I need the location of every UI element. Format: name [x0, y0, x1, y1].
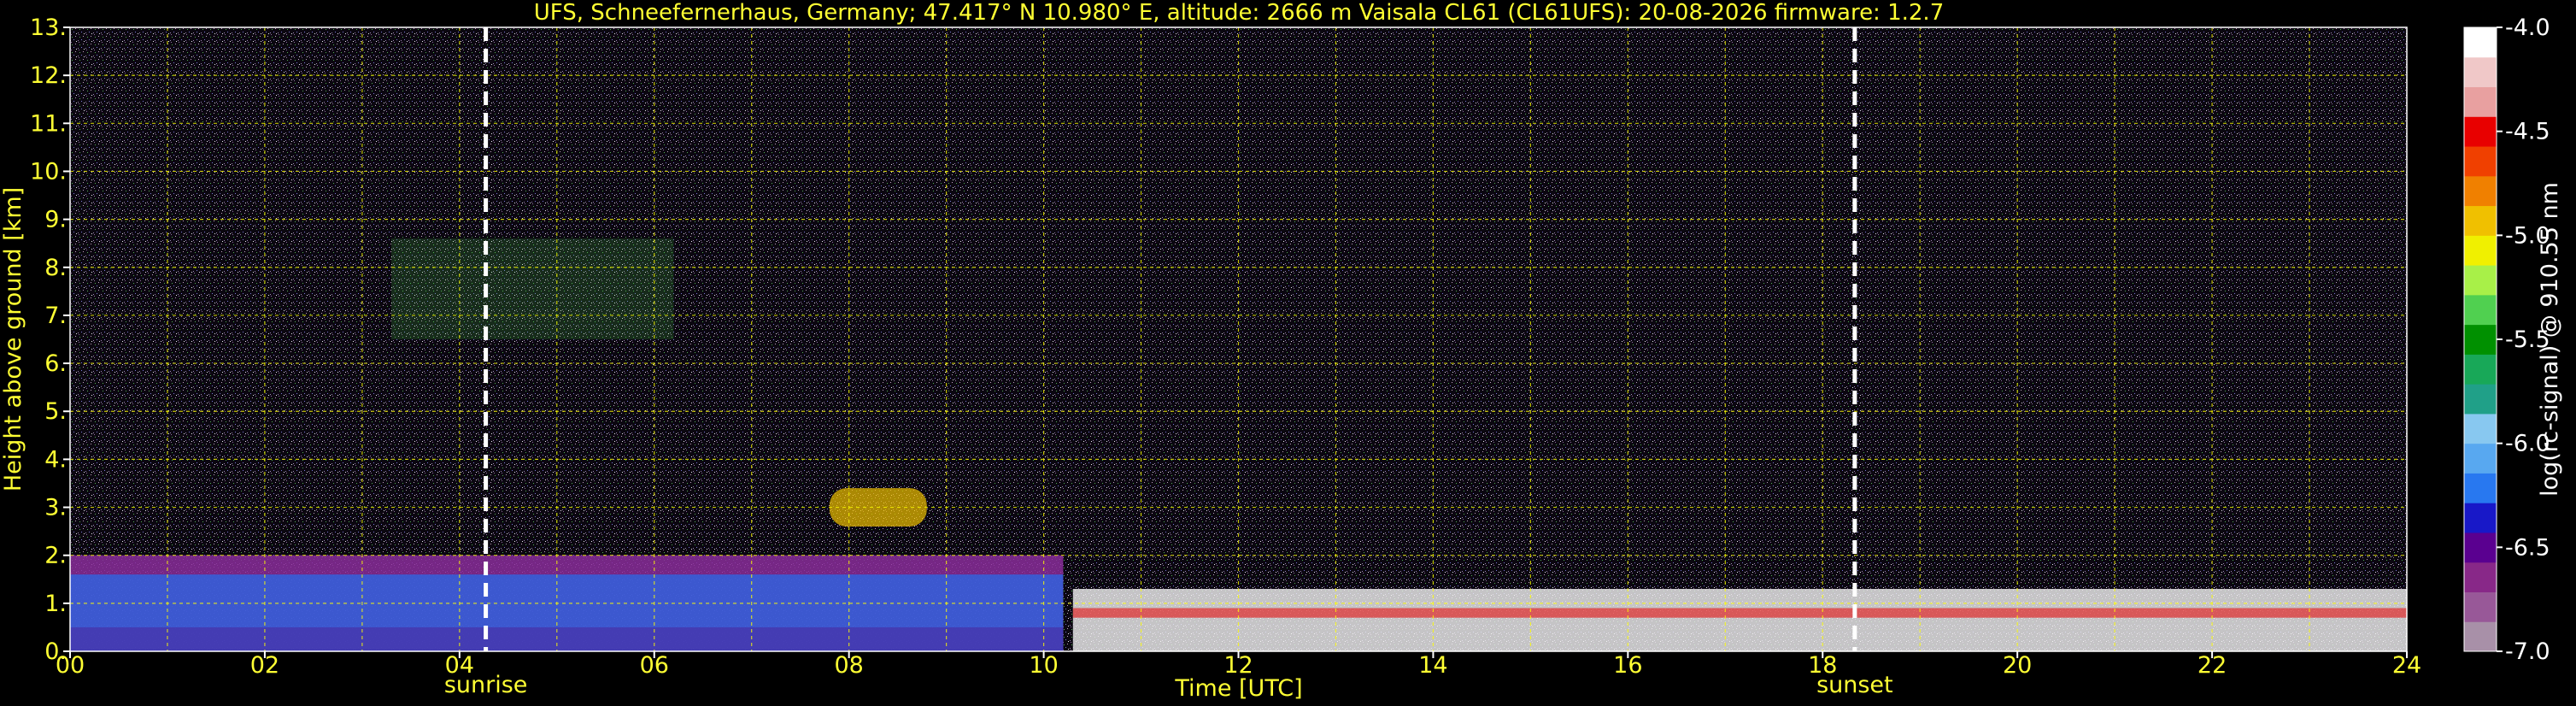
sunset-label: sunset [1816, 672, 1893, 698]
colorbar-segment [2464, 413, 2497, 444]
y-tick-label: 10. [30, 158, 67, 185]
chart-title: UFS, Schneefernerhaus, Germany; 47.417° … [534, 0, 1945, 26]
colorbar-segment [2464, 265, 2497, 296]
colorbar-segment [2464, 443, 2497, 474]
colorbar-segment [2464, 591, 2497, 622]
colorbar-segment [2464, 146, 2497, 177]
colorbar-label: log(rc-signal) @ 910.55 nm [2537, 182, 2563, 497]
y-tick-label: 7. [44, 303, 67, 329]
colorbar-tick-label: -7.0 [2505, 638, 2550, 665]
x-tick-label: 10 [1029, 652, 1058, 679]
x-tick-label: 20 [2003, 652, 2032, 679]
colorbar-segment [2464, 532, 2497, 563]
y-axis-label: Height above ground [km] [0, 187, 26, 491]
colorbar-segment [2464, 116, 2497, 147]
colorbar-tick-label: -4.0 [2505, 15, 2550, 41]
colorbar-segment [2464, 205, 2497, 236]
y-tick-label: 11. [30, 110, 67, 137]
plot-area [70, 27, 2407, 651]
y-tick-label: 2. [44, 543, 67, 569]
y-tick-label: 4. [44, 446, 67, 473]
colorbar-segment [2464, 384, 2497, 415]
colorbar-segment [2464, 86, 2497, 117]
x-tick-label: 06 [640, 652, 669, 679]
colorbar-segment [2464, 473, 2497, 503]
y-tick-label: 9. [44, 207, 67, 233]
y-tick-label: 12. [30, 62, 67, 89]
cirrus-patch [391, 238, 674, 339]
y-tick-label: 3. [44, 495, 67, 521]
x-axis-label: Time [UTC] [1174, 675, 1302, 702]
colorbar-segment [2464, 235, 2497, 266]
colorbar-segment [2464, 354, 2497, 385]
x-tick-label: 14 [1418, 652, 1447, 679]
y-tick-label: 8. [44, 255, 67, 281]
y-tick-label: 6. [44, 350, 67, 377]
x-tick-label: 22 [2198, 652, 2227, 679]
colorbar-segment [2464, 621, 2497, 652]
cloud-layer-fill [1072, 589, 2407, 651]
x-tick-label: 16 [1613, 652, 1642, 679]
y-tick-label: 1. [44, 591, 67, 617]
y-tick-label: 13. [30, 15, 67, 41]
x-tick-label: 08 [834, 652, 863, 679]
colorbar-segment [2464, 27, 2497, 58]
colorbar-tick-label: -6.5 [2505, 534, 2550, 561]
colorbar-segment [2464, 503, 2497, 533]
y-tick-label: 0. [44, 638, 67, 665]
cloud-layer-band [1072, 608, 2407, 618]
x-tick-label: 02 [250, 652, 279, 679]
sunrise-label: sunrise [444, 672, 528, 698]
colorbar-segment [2464, 56, 2497, 88]
y-tick-label: 5. [44, 398, 67, 425]
ceilometer-chart: UFS, Schneefernerhaus, Germany; 47.417° … [0, 0, 2576, 706]
colorbar-segment [2464, 294, 2497, 326]
colorbar-segment [2464, 324, 2497, 355]
colorbar-tick-label: -4.5 [2505, 119, 2550, 145]
colorbar-segment [2464, 175, 2497, 207]
colorbar-segment [2464, 562, 2497, 592]
boundary-layer-base [70, 627, 1064, 651]
x-tick-label: 24 [2392, 652, 2421, 679]
